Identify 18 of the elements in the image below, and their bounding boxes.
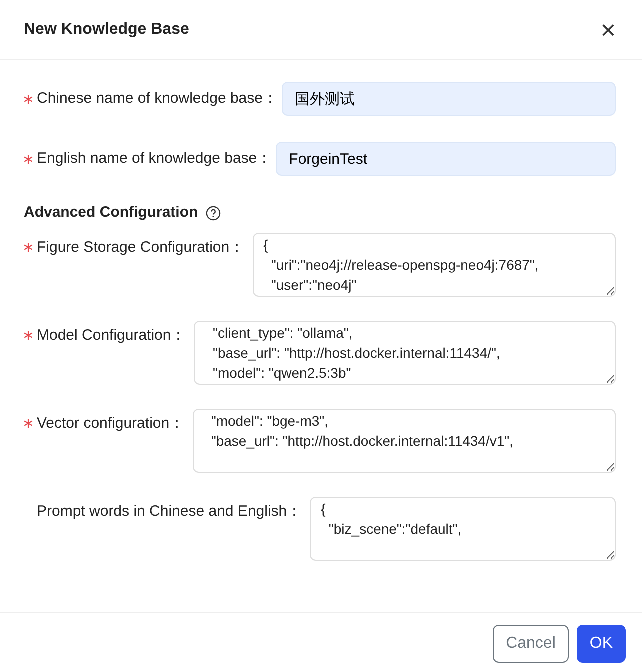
code-field[interactable]: "model": "bge-m3", "base_url": "http://host.docker.internal:11434/v1", xyxy=(192,408,616,472)
close-button[interactable]: × xyxy=(598,16,618,42)
field-label: Vector configuration： xyxy=(37,414,185,434)
ok-button[interactable]: OK xyxy=(576,625,626,663)
field-label: Prompt words in Chinese and English： xyxy=(37,502,302,522)
text-field[interactable]: ForgeinTest xyxy=(276,142,616,176)
code-field[interactable]: "client_type": "ollama", "base_url": "http://host.docker.internal:11434/", "model": "qwen2.5:3b" xyxy=(194,320,616,384)
text-field[interactable]: 国外测试 xyxy=(282,82,616,116)
field-label: Model Configuration： xyxy=(37,326,186,346)
field-label: Chinese name of knowledge base： xyxy=(37,88,278,109)
cancel-button[interactable]: Cancel xyxy=(493,625,569,663)
dialog-title: New Knowledge Base xyxy=(24,20,190,40)
field-label: English name of knowledge base： xyxy=(37,148,272,169)
field-label: Figure Storage Configuration： xyxy=(37,238,245,258)
code-field[interactable]: { "biz_scene":"default", xyxy=(310,496,616,560)
code-field[interactable]: { "uri":"neo4j://release-openspg-neo4j:7687", "user":"neo4j" xyxy=(252,232,616,296)
help-icon[interactable] xyxy=(206,206,222,221)
section-title: Advanced Configuration xyxy=(24,203,198,223)
